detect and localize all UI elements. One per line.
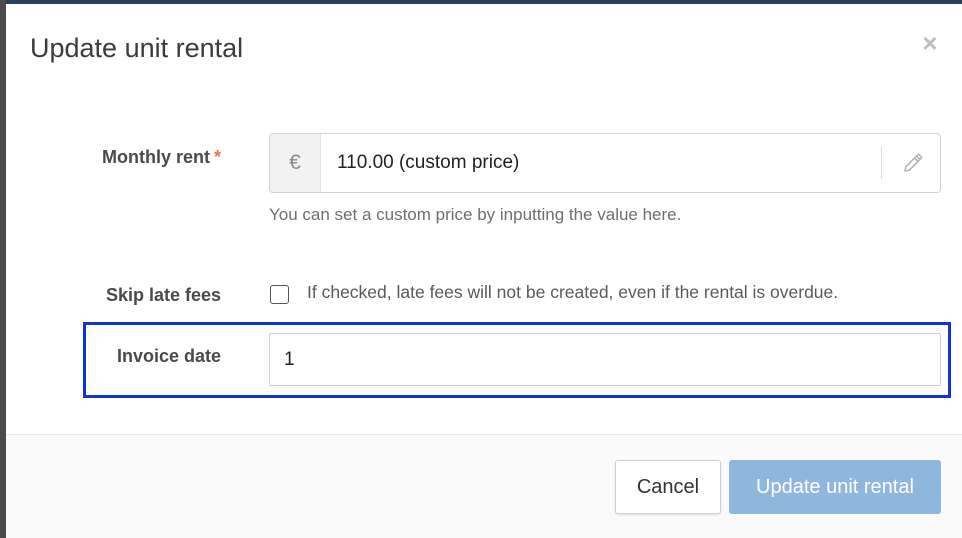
invoice-date-label: Invoice date — [116, 346, 221, 366]
modal-footer: Cancel Update unit rental — [6, 434, 962, 538]
monthly-rent-label: Monthly rent * — [21, 147, 221, 168]
euro-icon: € — [270, 134, 321, 192]
pencil-icon[interactable] — [901, 151, 925, 175]
close-icon[interactable]: × — [919, 30, 941, 56]
update-unit-rental-modal: Update unit rental × Monthly rent * € 110… — [6, 4, 962, 538]
modal-title: Update unit rental — [30, 33, 244, 63]
required-asterisk: * — [213, 147, 221, 167]
cancel-button[interactable]: Cancel — [615, 460, 721, 514]
monthly-rent-value[interactable]: 110.00 (custom price) — [337, 134, 519, 192]
skip-late-fees-label: Skip late fees — [105, 285, 221, 305]
monthly-rent-field[interactable]: € 110.00 (custom price) — [269, 133, 941, 193]
divider — [881, 147, 882, 179]
skip-late-fees-checkbox[interactable] — [270, 285, 289, 304]
monthly-rent-label-text: Monthly rent — [101, 147, 210, 167]
update-unit-rental-button[interactable]: Update unit rental — [729, 460, 941, 514]
skip-late-fees-description: If checked, late fees will not be create… — [307, 282, 839, 302]
monthly-rent-help-text: You can set a custom price by inputting … — [269, 205, 682, 224]
invoice-date-input[interactable]: 1 — [269, 333, 941, 386]
